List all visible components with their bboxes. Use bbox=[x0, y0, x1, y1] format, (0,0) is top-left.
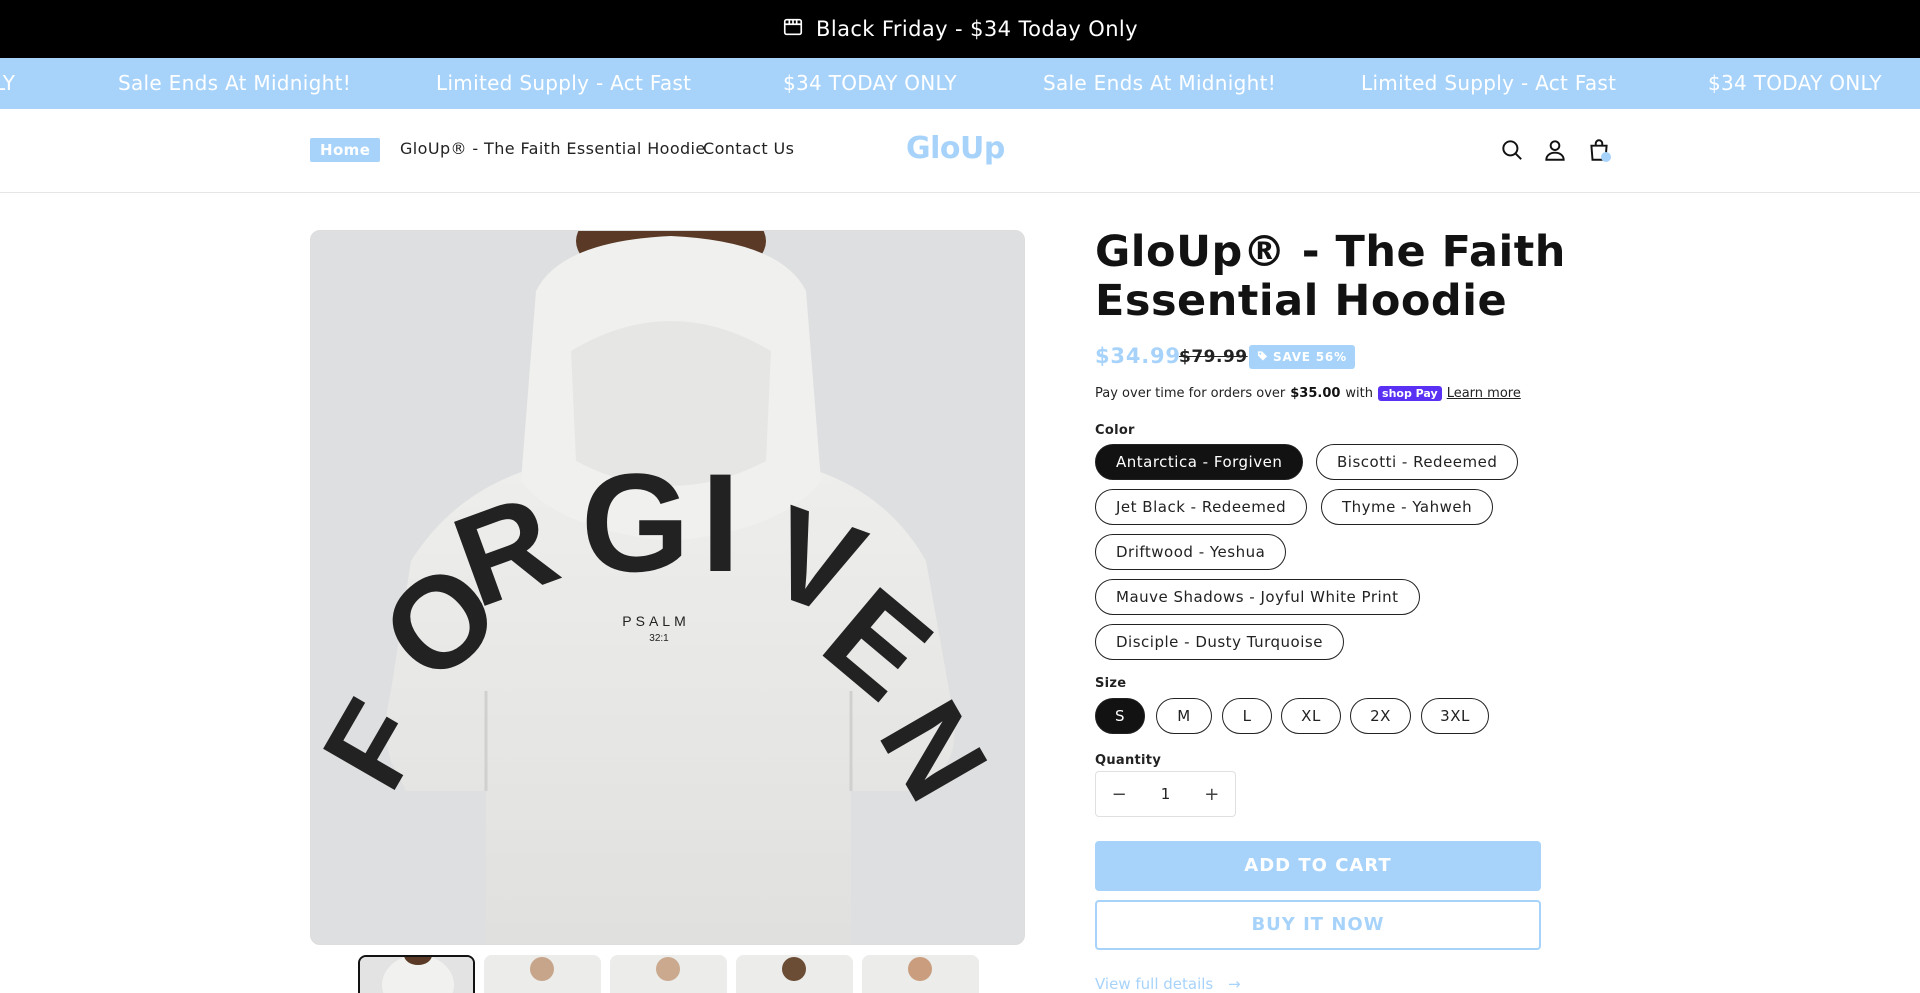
color-option[interactable]: Driftwood - Yeshua bbox=[1095, 534, 1287, 570]
nav-product[interactable]: GloUp® - The Faith Essential Hoodie bbox=[400, 139, 706, 158]
learn-more-link[interactable]: Learn more bbox=[1447, 386, 1521, 401]
thumbnail-5[interactable] bbox=[862, 955, 979, 993]
size-option[interactable]: 3XL bbox=[1421, 698, 1489, 734]
marquee-item: $34 TODAY ONLY bbox=[783, 71, 957, 95]
marquee-item: $34 TODAY ONLY bbox=[1708, 71, 1882, 95]
view-full-details-label: View full details bbox=[1095, 975, 1214, 993]
marquee-item: Sale Ends At Midnight! bbox=[118, 71, 352, 95]
marquee-item: Sale Ends At Midnight! bbox=[1043, 71, 1277, 95]
color-option[interactable]: Disciple - Dusty Turquoise bbox=[1095, 624, 1344, 660]
marquee-bar: LY Sale Ends At Midnight! Limited Supply… bbox=[0, 58, 1920, 109]
marquee-item: Limited Supply - Act Fast bbox=[1361, 71, 1617, 95]
quantity-stepper: − 1 + bbox=[1095, 771, 1236, 817]
quantity-label: Quantity bbox=[1095, 753, 1162, 768]
save-badge-text: SAVE 56% bbox=[1273, 350, 1347, 364]
cart-icon[interactable] bbox=[1586, 137, 1612, 163]
thumbnail-3[interactable] bbox=[610, 955, 727, 993]
print-word: PSALM bbox=[622, 613, 689, 629]
thumbnail-2[interactable] bbox=[484, 955, 601, 993]
nav-home[interactable]: Home bbox=[310, 138, 381, 162]
svg-text:I: I bbox=[701, 444, 740, 601]
shop-pay-logo: shop Pay bbox=[1378, 386, 1442, 401]
compare-price: $79.99 bbox=[1179, 347, 1248, 367]
site-header: Home GloUp® - The Faith Essential Hoodie… bbox=[0, 109, 1920, 193]
product-title: GloUp® - The Faith Essential Hoodie bbox=[1095, 227, 1566, 326]
announcement-bar: Black Friday - $34 Today Only bbox=[0, 0, 1920, 58]
size-option[interactable]: 2X bbox=[1350, 698, 1411, 734]
add-to-cart-button[interactable]: ADD TO CART bbox=[1095, 841, 1541, 891]
print-verse: 32:1 bbox=[649, 633, 669, 644]
search-icon[interactable] bbox=[1499, 137, 1525, 163]
installments-info: Pay over time for orders over $35.00 wit… bbox=[1095, 386, 1521, 401]
color-option[interactable]: Mauve Shadows - Joyful White Print bbox=[1095, 579, 1420, 615]
arrow-right-icon: → bbox=[1228, 975, 1241, 993]
cart-count-badge bbox=[1601, 152, 1611, 162]
nav-contact[interactable]: Contact Us bbox=[703, 139, 794, 158]
save-badge: SAVE 56% bbox=[1249, 345, 1355, 369]
quantity-input[interactable]: 1 bbox=[1142, 785, 1188, 803]
svg-text:G: G bbox=[581, 444, 690, 601]
tag-icon bbox=[1257, 345, 1268, 369]
installments-amount: $35.00 bbox=[1290, 386, 1341, 401]
color-option[interactable]: Thyme - Yahweh bbox=[1321, 489, 1494, 525]
color-label: Color bbox=[1095, 423, 1135, 438]
sale-price: $34.99 bbox=[1095, 344, 1181, 368]
announcement-text: Black Friday - $34 Today Only bbox=[816, 17, 1138, 41]
color-option[interactable]: Antarctica - Forgiven bbox=[1095, 444, 1304, 480]
product-image[interactable]: F O R G I V E N PSALM 32:1 bbox=[310, 230, 1025, 945]
quantity-increase-button[interactable]: + bbox=[1189, 784, 1235, 805]
logo[interactable]: GloUp bbox=[906, 131, 1005, 166]
quantity-decrease-button[interactable]: − bbox=[1096, 784, 1142, 805]
buy-now-button[interactable]: BUY IT NOW bbox=[1095, 900, 1541, 950]
size-option[interactable]: XL bbox=[1281, 698, 1341, 734]
color-option[interactable]: Biscotti - Redeemed bbox=[1316, 444, 1519, 480]
storefront-icon bbox=[782, 16, 804, 43]
size-option[interactable]: L bbox=[1222, 698, 1272, 734]
thumbnail-4[interactable] bbox=[736, 955, 853, 993]
account-icon[interactable] bbox=[1542, 137, 1568, 163]
view-full-details-link[interactable]: View full details → bbox=[1095, 975, 1241, 993]
color-option[interactable]: Jet Black - Redeemed bbox=[1095, 489, 1308, 525]
marquee-item: LY bbox=[0, 71, 16, 95]
marquee-item: Limited Supply - Act Fast bbox=[436, 71, 692, 95]
installments-with: with bbox=[1345, 386, 1374, 401]
size-label: Size bbox=[1095, 676, 1127, 691]
size-option[interactable]: M bbox=[1156, 698, 1212, 734]
installments-prefix: Pay over time for orders over bbox=[1095, 386, 1286, 401]
thumbnail-1[interactable] bbox=[358, 955, 475, 993]
size-option[interactable]: S bbox=[1095, 698, 1145, 734]
